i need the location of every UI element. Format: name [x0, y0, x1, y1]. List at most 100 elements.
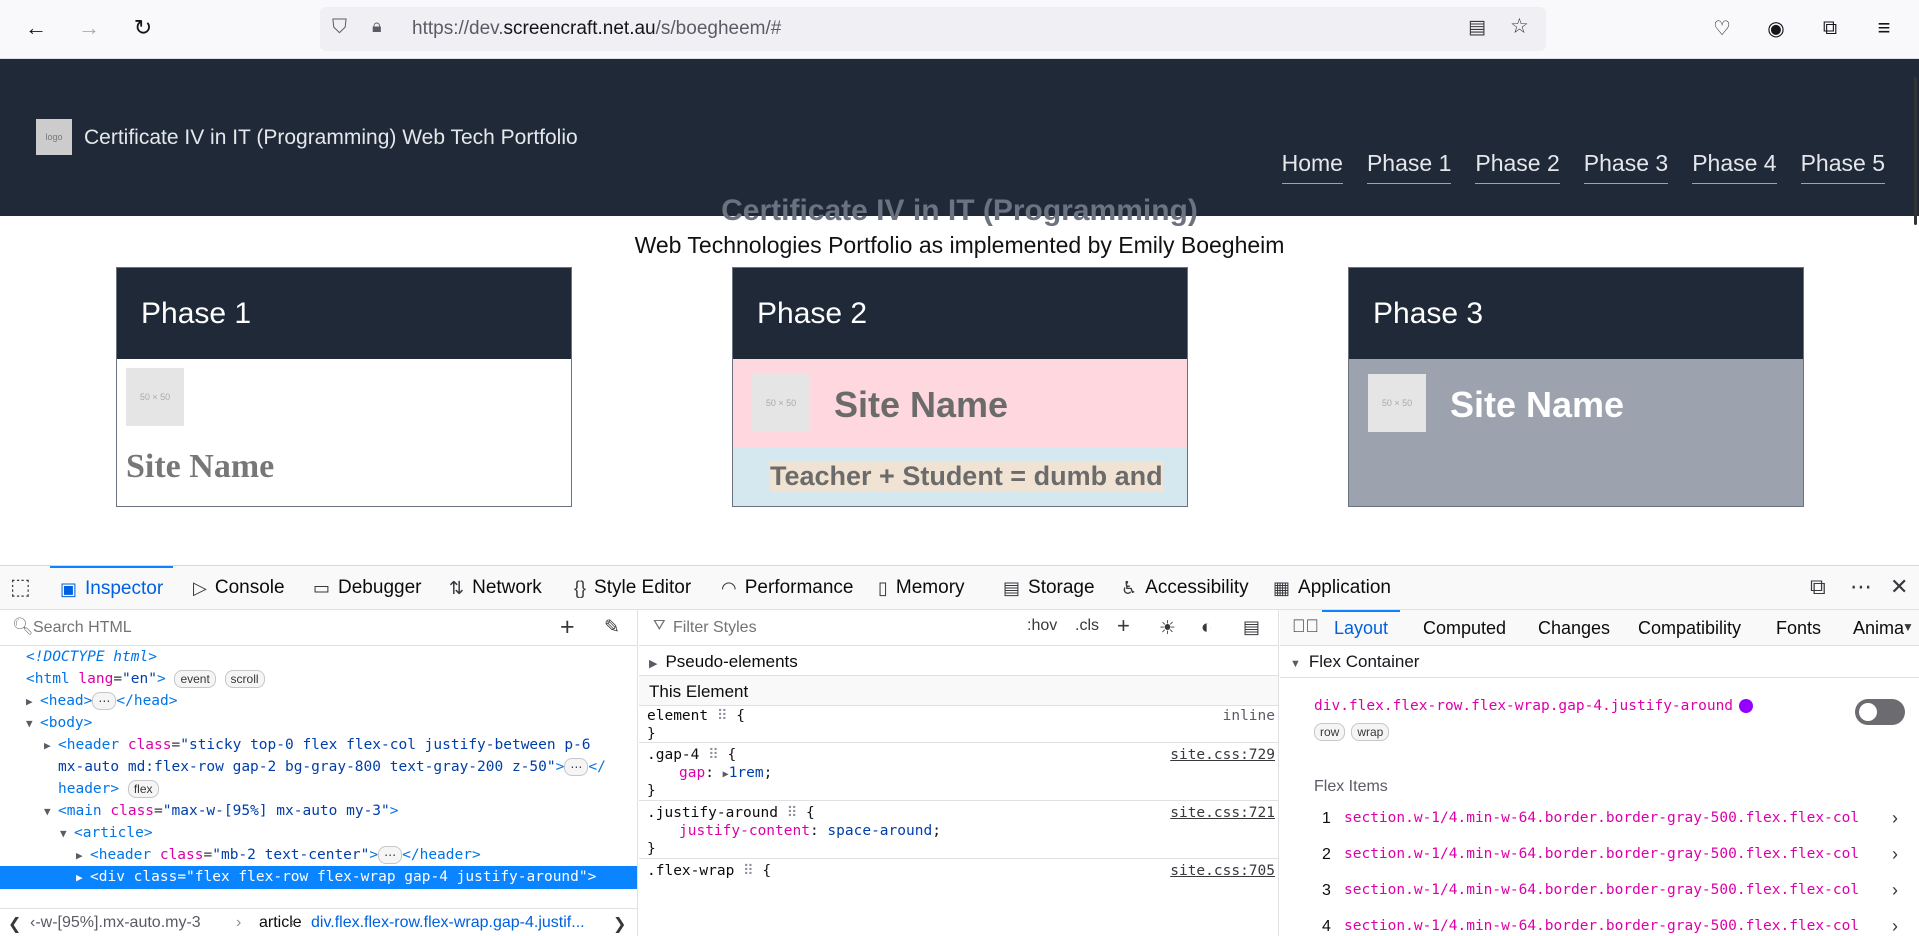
- tab-layout[interactable]: Layout: [1322, 610, 1401, 646]
- tab-debugger[interactable]: ▭ Debugger: [313, 566, 421, 610]
- flex-container-header[interactable]: ▼ Flex Container: [1280, 646, 1919, 678]
- tab-memory[interactable]: ▯ Memory: [878, 566, 965, 610]
- tree-header[interactable]: ▶ <header class="sticky top-0 flex flex-c…: [44, 734, 591, 757]
- breadcrumb-scroll-left-icon[interactable]: ❮: [8, 914, 21, 934]
- flex-badge[interactable]: flex: [127, 780, 159, 798]
- nav-home[interactable]: Home: [1281, 150, 1343, 184]
- tab-fonts[interactable]: Fonts: [1776, 610, 1821, 646]
- rule-flex-wrap[interactable]: .flex-wrap ⠿ { site.css:705: [639, 859, 1278, 899]
- print-media-icon[interactable]: ▤: [1243, 617, 1260, 638]
- flex-item-selector: section.w-1/4.min-w-64.border.border-gra…: [1344, 846, 1860, 862]
- rule-element[interactable]: element ⠿ { inline }: [639, 706, 1278, 743]
- rule-justify-around[interactable]: .justify-around ⠿ { site.css:721 justify…: [639, 801, 1278, 859]
- collapse-icon[interactable]: ▼: [44, 801, 58, 823]
- lock-icon[interactable]: 🔒︎: [372, 16, 382, 37]
- tab-computed[interactable]: Computed: [1423, 610, 1506, 646]
- tree-main[interactable]: ▼ <main class="max-w-[95%] mx-auto my-3">: [44, 800, 399, 823]
- flex-item[interactable]: 4 section.w-1/4.min-w-64.border.border-gr…: [1280, 909, 1919, 936]
- back-icon[interactable]: ←: [20, 12, 52, 44]
- tab-animations[interactable]: Anima: [1853, 610, 1904, 646]
- flex-item[interactable]: 1 section.w-1/4.min-w-64.border.border-gr…: [1280, 801, 1919, 837]
- extensions-icon[interactable]: ⧉: [1814, 12, 1846, 44]
- tree-article-header[interactable]: ▶ <header class="mb-2 text-center"> ⋯ </hea…: [76, 844, 481, 867]
- add-rule-icon[interactable]: +: [1117, 613, 1130, 639]
- expand-icon[interactable]: ▶: [44, 735, 58, 757]
- url-text[interactable]: https://dev.screencraft.net.au/s/boeghee…: [412, 18, 781, 40]
- flex-item[interactable]: 2 section.w-1/4.min-w-64.border.border-gr…: [1280, 837, 1919, 873]
- menu-icon[interactable]: ≡: [1868, 12, 1900, 44]
- tab-console[interactable]: ▷ Console: [193, 566, 285, 610]
- rules-view: ⛛ Filter Styles :hov .cls + ☀ ◐ ▤ ▶ Pseud…: [639, 610, 1279, 936]
- bookmark-star-icon[interactable]: ☆: [1510, 14, 1529, 39]
- flex-highlighter-toggle[interactable]: [1855, 699, 1905, 725]
- pocket-icon[interactable]: ♡: [1706, 12, 1738, 44]
- nav-phase-3[interactable]: Phase 3: [1583, 150, 1669, 184]
- tree-header-close[interactable]: header> flex: [58, 778, 159, 800]
- cls-button[interactable]: .cls: [1075, 617, 1099, 635]
- rule-source-link[interactable]: site.css:729: [1170, 745, 1275, 765]
- breadcrumb-div[interactable]: div.flex.flex-row.flex-wrap.gap-4.justif…: [311, 914, 585, 932]
- collapse-icon[interactable]: ▼: [60, 823, 74, 845]
- tab-inspector[interactable]: ▣ Inspector: [50, 566, 174, 610]
- tree-html[interactable]: <html lang="en"> event scroll: [26, 668, 265, 690]
- tree-header-cont[interactable]: mx-auto md:flex-row gap-2 bg-gray-800 te…: [58, 756, 606, 778]
- tab-network[interactable]: ⇅ Network: [449, 566, 542, 610]
- flex-container-selector[interactable]: div.flex.flex-row.flex-wrap.gap-4.justif…: [1314, 698, 1754, 714]
- breadcrumb-scroll-right-icon[interactable]: ❯: [613, 914, 626, 934]
- tab-application[interactable]: ▦ Application: [1273, 566, 1391, 610]
- close-devtools-icon[interactable]: ✕: [1890, 574, 1908, 600]
- search-input[interactable]: Search HTML: [33, 619, 132, 637]
- dock-side-icon[interactable]: ⧉: [1810, 574, 1826, 600]
- nav-phase-1[interactable]: Phase 1: [1366, 150, 1452, 184]
- collapse-icon[interactable]: ▼: [26, 713, 40, 735]
- reader-view-icon[interactable]: ▤: [1468, 16, 1486, 39]
- reload-icon[interactable]: ↻: [127, 12, 159, 44]
- url-bar[interactable]: ⛉ 🔒︎ https://dev.screencraft.net.au/s/bo…: [320, 7, 1546, 51]
- tree-head[interactable]: ▶ <head> ⋯ </head>: [26, 690, 178, 713]
- dark-scheme-icon[interactable]: ◐: [1201, 617, 1212, 639]
- expand-icon[interactable]: ▶: [26, 691, 40, 713]
- account-icon[interactable]: ◉: [1760, 12, 1792, 44]
- light-scheme-icon[interactable]: ☀: [1159, 617, 1176, 640]
- tree-doctype[interactable]: <!DOCTYPE html>: [26, 646, 157, 668]
- rule-source-link[interactable]: site.css:705: [1170, 861, 1275, 881]
- toggle-sidebar-icon[interactable]: ▷⃒: [1292, 616, 1319, 637]
- tree-article[interactable]: ▼ <article>: [60, 822, 153, 845]
- phase-card-3[interactable]: Phase 3 50 × 50 Site Name: [1348, 267, 1804, 507]
- tab-accessibility[interactable]: ♿︎ Accessibility: [1121, 566, 1249, 610]
- tab-storage[interactable]: ▤ Storage: [1003, 566, 1095, 610]
- element-picker-icon[interactable]: ⬚: [10, 574, 31, 600]
- tab-performance[interactable]: ◠ Performance: [721, 566, 854, 610]
- more-options-icon[interactable]: ⋯: [1850, 574, 1872, 600]
- rule-declaration[interactable]: gap: ▶1rem;: [679, 763, 772, 785]
- tree-selected-div[interactable]: ▶ <div class="flex flex-row flex-wrap gap…: [0, 866, 637, 889]
- pseudo-elements-section[interactable]: ▶ Pseudo-elements: [639, 646, 1278, 676]
- expand-icon[interactable]: ▶: [76, 845, 90, 867]
- breadcrumb-main[interactable]: ‹-w-[95%].mx-auto.my-3: [30, 914, 201, 932]
- add-node-icon[interactable]: +: [560, 613, 575, 642]
- scroll-badge[interactable]: scroll: [224, 670, 265, 688]
- nav-phase-4[interactable]: Phase 4: [1692, 150, 1777, 184]
- tab-style-editor[interactable]: {} Style Editor: [574, 566, 691, 610]
- event-badge[interactable]: event: [174, 670, 216, 688]
- shield-icon[interactable]: ⛉: [332, 16, 347, 39]
- tabs-overflow-icon[interactable]: ▼: [1902, 620, 1914, 634]
- phase-card-2[interactable]: Phase 2 50 × 50 Site Name Teacher + Stud…: [732, 267, 1188, 507]
- filter-styles-input[interactable]: Filter Styles: [673, 619, 757, 637]
- forward-icon[interactable]: →: [73, 12, 105, 44]
- nav-phase-2[interactable]: Phase 2: [1475, 150, 1560, 184]
- rule-gap-4[interactable]: .gap-4 ⠿ { site.css:729 gap: ▶1rem; }: [639, 743, 1278, 801]
- nav-phase-5[interactable]: Phase 5: [1800, 150, 1885, 184]
- rule-source-link[interactable]: site.css:721: [1170, 803, 1275, 823]
- expand-icon[interactable]: ▶: [76, 867, 90, 889]
- highlighter-color-swatch[interactable]: [1739, 699, 1754, 713]
- site-logo[interactable]: logo: [36, 119, 72, 155]
- flex-item[interactable]: 3 section.w-1/4.min-w-64.border.border-gr…: [1280, 873, 1919, 909]
- rule-declaration[interactable]: justify-content: space-around;: [679, 821, 941, 841]
- phase-card-1[interactable]: Phase 1 50 × 50 Site Name: [116, 267, 572, 507]
- tab-changes[interactable]: Changes: [1538, 610, 1610, 646]
- eyedropper-icon[interactable]: ✎: [604, 616, 620, 639]
- hov-button[interactable]: :hov: [1027, 617, 1057, 635]
- tree-body[interactable]: ▼ <body>: [26, 712, 92, 735]
- tab-compatibility[interactable]: Compatibility: [1638, 610, 1741, 646]
